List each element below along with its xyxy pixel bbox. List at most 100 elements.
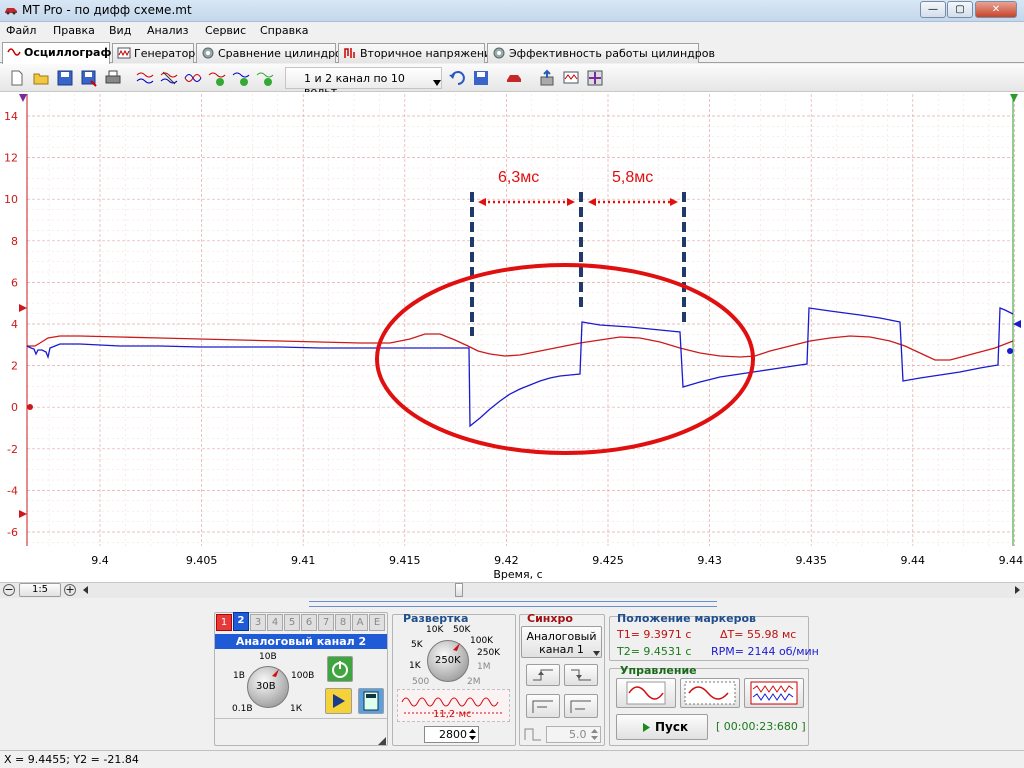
volt-label-1k: 1К [290,704,303,714]
volt-label-10v: 10В [259,652,277,662]
spark-icon [344,48,355,58]
maximize-button[interactable]: ▢ [947,1,973,18]
tab-cylinder-efficiency[interactable]: Эффективность работы цилиндров [487,43,715,63]
channel-tab-6[interactable]: 6 [301,614,317,631]
fit-screen-icon[interactable] [586,69,604,87]
scroll-thumb[interactable] [455,583,463,597]
oscilloscope-plot[interactable]: 14 12 10 8 6 4 2 0 -2 -4 -6 9.4 9.405 9.41 9.415 9.42 9… [0,92,1024,582]
menu-service[interactable]: Сервис [205,24,246,37]
status-bar: X = 9.4455; Y2 = -21.84 [0,750,1024,768]
tab-generator[interactable]: Генератор [112,43,195,63]
play-channel-button[interactable] [325,688,352,714]
sync-source-dropdown[interactable]: Аналоговый канал 1 [521,626,602,658]
menu-help[interactable]: Справка [260,24,308,37]
menu-file[interactable]: Файл [6,24,36,37]
marker-t1: T1= 9.3971 с [617,628,692,641]
sync-mode-1-button[interactable] [526,694,560,718]
zoom-in-button[interactable]: + [64,584,76,596]
tab-secondary-voltage[interactable]: Вторичное напряжение [338,43,498,63]
y-tick-label: -4 [7,484,18,497]
scroll-left-arrow-icon[interactable] [81,585,91,595]
ch1-offset-handle-icon[interactable] [19,304,27,312]
spinner-arrows-icon[interactable] [590,728,599,741]
screen-capture-icon[interactable] [562,69,580,87]
sync-rising-edge-button[interactable] [526,664,560,686]
y-tick-label: 14 [4,110,18,123]
channel-tab-1[interactable]: 1 [216,614,232,631]
channel-tab-7[interactable]: 7 [318,614,334,631]
rising-edge-icon [533,669,553,681]
export-icon[interactable] [538,69,556,87]
ch1-level-handle-icon[interactable] [19,510,27,518]
panel-splitter[interactable] [309,601,717,607]
gear-icon [493,47,505,59]
close-button[interactable]: ✕ [975,1,1017,18]
channel-tab-2[interactable]: 2 [233,612,249,631]
continuous-mode-button[interactable] [680,678,740,708]
wave-check-2-icon[interactable] [232,69,250,87]
save-icon[interactable] [56,69,74,87]
menu-edit[interactable]: Правка [53,24,95,37]
save-as-icon[interactable] [80,69,98,87]
sync-mode-2-button[interactable] [564,694,598,718]
sync-mode-2-icon [570,700,591,713]
dotted-wave-icon [684,681,736,705]
y-tick-label: -2 [7,443,18,456]
wave-check-3-icon[interactable] [256,69,274,87]
channel-tab-a[interactable]: A [352,614,368,631]
sweep-title: Развертка [403,612,469,625]
sine-wave-icon [626,681,666,705]
sync-falling-edge-button[interactable] [564,664,598,686]
menu-view[interactable]: Вид [109,24,131,37]
print-icon[interactable] [104,69,122,87]
tab-oscilloscope[interactable]: Осциллограф [2,42,112,64]
wave-check-1-icon[interactable] [208,69,226,87]
y-tick-label: 0 [11,401,18,414]
sweep-label-2m: 2M [467,677,481,687]
interval-label-1: 6,3мс [498,169,539,186]
minimize-button[interactable]: — [920,1,946,18]
x-axis-label: Время, с [493,568,542,581]
new-file-icon[interactable] [8,69,26,87]
control-title: Управление [620,664,697,677]
calculator-button[interactable] [358,688,384,714]
horizontal-scrollbar[interactable] [0,582,1024,598]
scroll-right-arrow-icon[interactable] [1012,585,1022,595]
sweep-label-1k: 1K [409,661,421,671]
preset-dropdown[interactable]: 1 и 2 канал по 10 вольт [285,67,442,98]
plot-canvas[interactable]: 14121086420-2-4-6 9.4 9.405 9.41 9.415 9.42 9… [0,92,1024,582]
menu-analysis[interactable]: Анализ [147,24,189,37]
wave-tool-2-icon[interactable] [160,69,178,87]
y-tick-label: 8 [11,235,18,248]
tab-label: Осциллограф [24,46,112,59]
plot-background [27,94,1013,546]
spinner-arrows-icon[interactable] [468,728,477,741]
single-mode-button[interactable] [616,678,676,708]
knob-pointer-icon [272,669,279,677]
undo-icon[interactable] [448,69,466,87]
ch2-zero-marker[interactable] [1007,348,1013,354]
record-mode-button[interactable] [744,678,804,708]
open-folder-icon[interactable] [32,69,50,87]
dropdown-arrow-icon [433,80,441,86]
wave-tool-3-icon[interactable] [184,69,202,87]
wave-tool-1-icon[interactable] [136,69,154,87]
save-preset-icon[interactable] [472,69,490,87]
channel-tab-e[interactable]: E [369,614,385,631]
ch1-zero-marker[interactable] [27,404,33,410]
car-tool-icon[interactable] [505,69,523,87]
channel-tab-5[interactable]: 5 [284,614,300,631]
channel-tab-8[interactable]: 8 [335,614,351,631]
power-button[interactable] [327,656,353,682]
start-button[interactable]: Пуск [616,714,708,740]
top-left-handle-icon[interactable] [19,94,27,102]
volt-label-01v: 0.1В [232,704,253,714]
tab-cylinder-compare[interactable]: Сравнение цилиндров [196,43,348,63]
zoom-out-button[interactable]: − [3,584,15,596]
interval-label-2: 5,8мс [612,169,653,186]
channel-tab-4[interactable]: 4 [267,614,283,631]
resize-corner-icon [378,737,386,745]
zoom-ratio[interactable]: 1:5 [19,583,61,597]
x-tick-label: 9.44 [901,554,926,567]
channel-tab-3[interactable]: 3 [250,614,266,631]
